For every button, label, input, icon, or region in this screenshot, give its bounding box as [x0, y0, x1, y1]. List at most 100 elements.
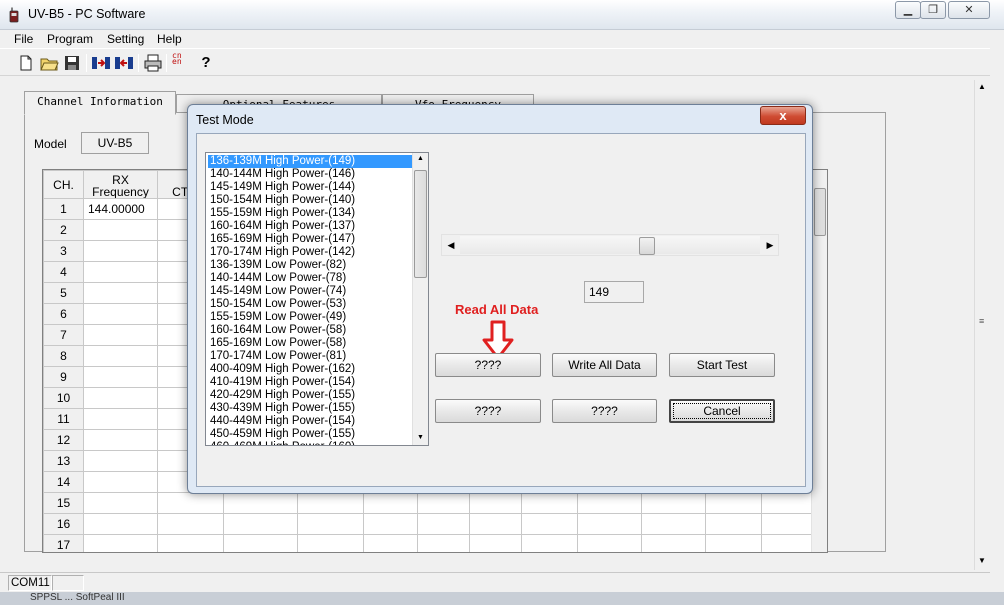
close-window-button[interactable]: ✕ — [948, 1, 990, 19]
scroll-down-icon[interactable]: ▼ — [417, 434, 424, 441]
list-item[interactable]: 150-154M High Power-(140) — [208, 194, 412, 207]
grid-cell[interactable] — [577, 513, 642, 535]
rx-frequency-cell[interactable] — [83, 261, 158, 283]
list-item[interactable]: 430-439M High Power-(155) — [208, 402, 412, 415]
ctcss-cell[interactable] — [157, 492, 224, 514]
grid-cell[interactable] — [521, 513, 578, 535]
list-item[interactable]: 145-149M High Power-(144) — [208, 181, 412, 194]
unlabeled-button-1[interactable]: ???? — [435, 399, 541, 423]
ctcss-cell[interactable] — [157, 534, 224, 552]
scroll-down-icon[interactable]: ▼ — [978, 556, 986, 565]
open-folder-icon[interactable] — [39, 53, 59, 73]
table-row[interactable]: 17 — [43, 534, 812, 552]
grid-cell[interactable] — [577, 534, 642, 552]
grid-cell[interactable] — [641, 492, 706, 514]
power-value-field[interactable]: 149 — [584, 281, 644, 303]
grid-vertical-scrollbar[interactable] — [811, 170, 827, 552]
grid-cell[interactable] — [223, 492, 298, 514]
grid-cell[interactable] — [297, 534, 364, 552]
scroll-right-icon[interactable]: ▶ — [762, 237, 778, 253]
rx-frequency-cell[interactable] — [83, 492, 158, 514]
rx-frequency-cell[interactable] — [83, 513, 158, 535]
menu-program[interactable]: Program — [47, 32, 93, 46]
main-vertical-scrollbar[interactable]: ▲ ≡ ▼ — [974, 80, 990, 570]
list-item[interactable]: 450-459M High Power-(155) — [208, 428, 412, 441]
rx-frequency-cell[interactable] — [83, 366, 158, 388]
grid-cell[interactable] — [761, 513, 812, 535]
start-test-button[interactable]: Start Test — [669, 353, 775, 377]
table-row[interactable]: 16 — [43, 513, 812, 535]
grid-cell[interactable] — [521, 534, 578, 552]
list-item[interactable]: 136-139M Low Power-(82) — [208, 259, 412, 272]
slider-track[interactable] — [460, 236, 760, 255]
ctcss-cell[interactable] — [157, 513, 224, 535]
rx-frequency-cell[interactable] — [83, 534, 158, 552]
list-item[interactable]: 136-139M High Power-(149) — [208, 155, 412, 168]
save-icon[interactable] — [62, 53, 82, 73]
list-item[interactable]: 170-174M Low Power-(81) — [208, 350, 412, 363]
list-item[interactable]: 160-164M High Power-(137) — [208, 220, 412, 233]
power-level-slider[interactable]: ◀ ▶ — [441, 234, 779, 256]
menu-file[interactable]: File — [14, 32, 33, 46]
menu-help[interactable]: Help — [157, 32, 182, 46]
menu-setting[interactable]: Setting — [107, 32, 144, 46]
list-item[interactable]: 145-149M Low Power-(74) — [208, 285, 412, 298]
list-item[interactable]: 170-174M High Power-(142) — [208, 246, 412, 259]
scroll-up-icon[interactable]: ▲ — [978, 82, 986, 91]
scroll-up-icon[interactable]: ▲ — [417, 155, 424, 162]
rx-frequency-cell[interactable] — [83, 282, 158, 304]
rx-frequency-cell[interactable] — [83, 324, 158, 346]
grid-cell[interactable] — [469, 534, 522, 552]
print-icon[interactable] — [143, 53, 163, 73]
grid-cell[interactable] — [521, 492, 578, 514]
slider-thumb[interactable] — [639, 237, 655, 255]
language-icon[interactable]: cn en — [172, 52, 192, 73]
table-row[interactable]: 15 — [43, 492, 812, 514]
list-item[interactable]: 410-419M High Power-(154) — [208, 376, 412, 389]
rx-frequency-cell[interactable] — [83, 408, 158, 430]
list-item[interactable]: 140-144M Low Power-(78) — [208, 272, 412, 285]
grid-cell[interactable] — [363, 513, 418, 535]
list-item[interactable]: 155-159M High Power-(134) — [208, 207, 412, 220]
scroll-left-icon[interactable]: ◀ — [443, 237, 459, 253]
grid-cell[interactable] — [577, 492, 642, 514]
rx-frequency-cell[interactable]: 144.00000 — [83, 198, 158, 220]
list-item[interactable]: 460-469M High Power-(160) — [208, 441, 412, 445]
rx-frequency-cell[interactable] — [83, 471, 158, 493]
grid-cell[interactable] — [761, 534, 812, 552]
rx-frequency-cell[interactable] — [83, 450, 158, 472]
grid-cell[interactable] — [223, 513, 298, 535]
grid-cell[interactable] — [641, 513, 706, 535]
grid-cell[interactable] — [641, 534, 706, 552]
read-all-data-button[interactable]: ???? — [435, 353, 541, 377]
cancel-button[interactable]: Cancel — [669, 399, 775, 423]
rx-frequency-cell[interactable] — [83, 240, 158, 262]
grid-cell[interactable] — [705, 492, 762, 514]
grid-cell[interactable] — [705, 513, 762, 535]
list-item[interactable]: 165-169M Low Power-(58) — [208, 337, 412, 350]
list-scroll-thumb[interactable] — [414, 170, 427, 278]
list-vertical-scrollbar[interactable]: ▲ ▼ — [412, 153, 428, 445]
grid-scroll-thumb[interactable] — [814, 188, 826, 236]
grid-cell[interactable] — [417, 534, 470, 552]
write-all-data-button[interactable]: Write All Data — [552, 353, 657, 377]
grid-cell[interactable] — [417, 513, 470, 535]
rx-frequency-cell[interactable] — [83, 345, 158, 367]
grid-cell[interactable] — [363, 492, 418, 514]
grid-cell[interactable] — [297, 492, 364, 514]
dialog-close-button[interactable]: x — [760, 106, 806, 125]
rx-frequency-cell[interactable] — [83, 429, 158, 451]
grid-cell[interactable] — [469, 513, 522, 535]
list-item[interactable]: 420-429M High Power-(155) — [208, 389, 412, 402]
minimize-button[interactable]: ▁ — [895, 1, 921, 19]
grid-cell[interactable] — [705, 534, 762, 552]
power-band-list[interactable]: 136-139M High Power-(149) 140-144M High P… — [205, 152, 429, 446]
grid-cell[interactable] — [761, 492, 812, 514]
grid-cell[interactable] — [469, 492, 522, 514]
list-item[interactable]: 400-409M High Power-(162) — [208, 363, 412, 376]
unlabeled-button-2[interactable]: ???? — [552, 399, 657, 423]
grid-cell[interactable] — [417, 492, 470, 514]
restore-button[interactable]: ❐ — [920, 1, 946, 19]
new-file-icon[interactable] — [16, 53, 36, 73]
rx-frequency-cell[interactable] — [83, 219, 158, 241]
